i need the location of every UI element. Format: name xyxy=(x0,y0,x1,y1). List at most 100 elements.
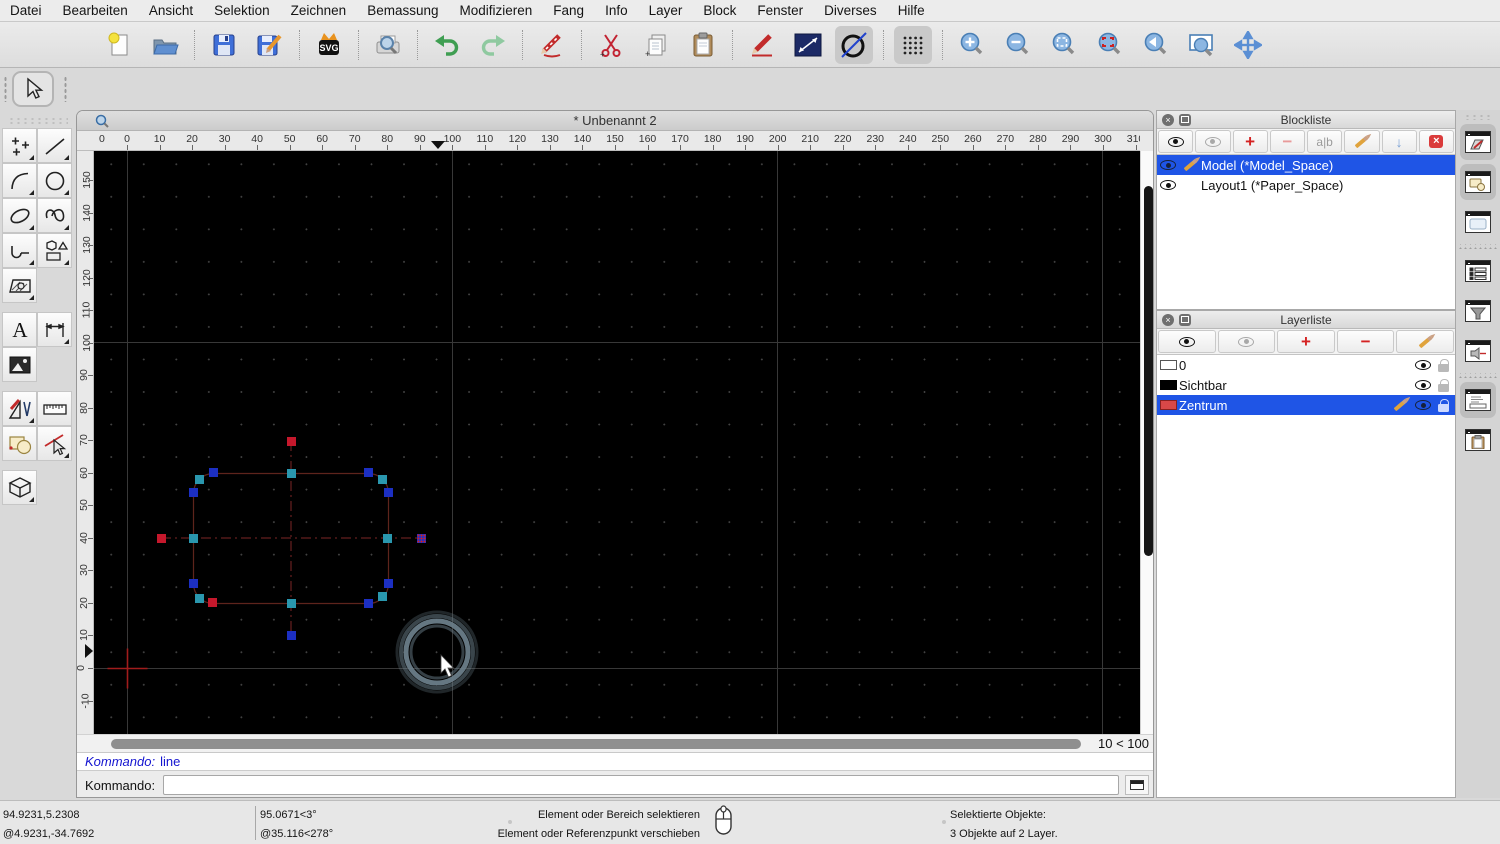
block-row-layout1[interactable]: Layout1 (*Paper_Space) xyxy=(1157,175,1455,195)
menu-item[interactable]: Fenster xyxy=(757,3,803,18)
zoom-out-button[interactable] xyxy=(999,26,1037,64)
menu-item[interactable]: Hilfe xyxy=(898,3,925,18)
menu-item[interactable]: Layer xyxy=(649,3,683,18)
layer-remove-button[interactable]: − xyxy=(1336,330,1395,353)
block-row-model[interactable]: Model (*Model_Space) xyxy=(1157,155,1455,175)
selection-handle-cyan[interactable] xyxy=(377,474,387,484)
zoom-in-button[interactable] xyxy=(953,26,991,64)
block-rename-button[interactable]: a|b xyxy=(1307,130,1343,153)
palette-handle[interactable] xyxy=(8,118,68,126)
toolbar-handle[interactable] xyxy=(64,76,67,102)
block-remove-button[interactable]: − xyxy=(1269,130,1305,153)
deselect-tool[interactable] xyxy=(37,426,72,461)
block-edit-button[interactable] xyxy=(1344,130,1380,153)
selection-pointer-button[interactable] xyxy=(12,71,54,107)
menu-item[interactable]: Info xyxy=(605,3,628,18)
horizontal-scrollbar[interactable]: 10 < 100 xyxy=(77,734,1153,752)
arc-tool[interactable] xyxy=(2,163,37,198)
block-insert-button[interactable]: ↓ xyxy=(1381,130,1417,153)
selection-handle-cyan[interactable] xyxy=(286,598,296,608)
delete-button[interactable] xyxy=(533,26,571,64)
command-float-button[interactable] xyxy=(1125,775,1149,795)
library-panel-button[interactable] xyxy=(1460,204,1496,240)
menu-item[interactable]: Datei xyxy=(10,3,42,18)
layer-add-button[interactable]: + xyxy=(1277,330,1335,353)
selection-handle-cyan[interactable] xyxy=(194,593,204,603)
selection-handle-blue[interactable] xyxy=(188,487,198,497)
selection-handle-blue[interactable] xyxy=(363,467,373,477)
modify-tool[interactable] xyxy=(2,391,37,426)
eye-icon[interactable] xyxy=(1415,400,1431,410)
print-preview-button[interactable] xyxy=(369,26,407,64)
visibility-cell[interactable] xyxy=(1157,160,1179,170)
menu-item[interactable]: Ansicht xyxy=(149,3,193,18)
zoom-auto-button[interactable] xyxy=(1045,26,1083,64)
selection-handle-blue[interactable] xyxy=(188,578,198,588)
selection-handle-red[interactable] xyxy=(156,533,166,543)
order-tool[interactable] xyxy=(2,426,37,461)
eye-icon[interactable] xyxy=(1415,360,1431,370)
close-icon[interactable]: × xyxy=(1162,114,1174,126)
selection-handle-cyan[interactable] xyxy=(382,533,392,543)
layer-edit-button[interactable] xyxy=(1396,330,1454,353)
pencil-icon[interactable] xyxy=(1393,398,1408,412)
command-panel-button[interactable] xyxy=(1460,382,1496,418)
command-input[interactable] xyxy=(163,775,1119,795)
measure-tool[interactable] xyxy=(37,391,72,426)
solid-3d-tool[interactable] xyxy=(2,470,37,505)
lock-icon[interactable] xyxy=(1438,358,1449,372)
layer-list-panel-button[interactable] xyxy=(1460,253,1496,289)
plugin-panel-button[interactable] xyxy=(1460,333,1496,369)
visibility-cell[interactable] xyxy=(1157,180,1179,190)
image-tool[interactable] xyxy=(2,347,37,382)
block-panel-button[interactable] xyxy=(1460,164,1496,200)
drawing-window-titlebar[interactable]: * Unbenannt 2 xyxy=(77,111,1153,131)
shapes-tool[interactable] xyxy=(37,233,72,268)
restore-icon[interactable] xyxy=(1179,114,1191,126)
selection-handle-blue[interactable] xyxy=(363,598,373,608)
block-show-all-button[interactable] xyxy=(1158,130,1194,153)
horizontal-scrollbar-thumb[interactable] xyxy=(111,739,1081,749)
menu-item[interactable]: Zeichnen xyxy=(291,3,347,18)
block-add-button[interactable]: + xyxy=(1232,130,1268,153)
layer-row-sichtbar[interactable]: Sichtbar xyxy=(1157,375,1455,395)
selection-handle-cyan[interactable] xyxy=(194,474,204,484)
eye-icon[interactable] xyxy=(1415,380,1431,390)
selection-handle-red[interactable] xyxy=(207,597,217,607)
open-file-button[interactable] xyxy=(146,26,184,64)
menu-item[interactable]: Block xyxy=(703,3,736,18)
restore-icon[interactable] xyxy=(1179,314,1191,326)
pan-button[interactable] xyxy=(1229,26,1267,64)
circle-tool-button[interactable] xyxy=(835,25,873,64)
selection-handle-blue[interactable] xyxy=(383,487,393,497)
line-tool[interactable] xyxy=(37,128,72,163)
filter-panel-button[interactable] xyxy=(1460,293,1496,329)
selection-handle-blue[interactable] xyxy=(286,630,296,640)
points-tool[interactable] xyxy=(2,128,37,163)
layer-row-0[interactable]: 0 xyxy=(1157,355,1455,375)
save-button[interactable] xyxy=(205,26,243,64)
new-document-button[interactable] xyxy=(100,26,138,64)
dimension-tool[interactable] xyxy=(37,312,72,347)
close-icon[interactable]: × xyxy=(1162,314,1174,326)
paste-button[interactable] xyxy=(684,26,722,64)
drawing-canvas[interactable] xyxy=(94,151,1140,734)
dock-strip-handle[interactable] xyxy=(1464,114,1492,120)
vertical-scrollbar[interactable] xyxy=(1140,151,1153,734)
lock-icon[interactable] xyxy=(1438,378,1449,392)
zoom-selection-button[interactable] xyxy=(1091,26,1129,64)
menu-item[interactable]: Bemassung xyxy=(367,3,438,18)
selection-handle-cyan[interactable] xyxy=(188,533,198,543)
block-hide-all-button[interactable] xyxy=(1195,130,1231,153)
save-as-button[interactable] xyxy=(251,26,289,64)
circle-tool[interactable] xyxy=(37,163,72,198)
clipboard-panel-button[interactable] xyxy=(1460,422,1496,458)
vertical-scrollbar-thumb[interactable] xyxy=(1143,186,1153,556)
ellipse-tool[interactable] xyxy=(2,198,37,233)
block-close-button[interactable]: × xyxy=(1418,130,1454,153)
cut-button[interactable]: + xyxy=(592,26,630,64)
menu-item[interactable]: Bearbeiten xyxy=(63,3,128,18)
lock-icon[interactable] xyxy=(1438,398,1449,412)
selection-handle-blue[interactable] xyxy=(208,467,218,477)
selection-handle-ref[interactable] xyxy=(416,533,426,543)
